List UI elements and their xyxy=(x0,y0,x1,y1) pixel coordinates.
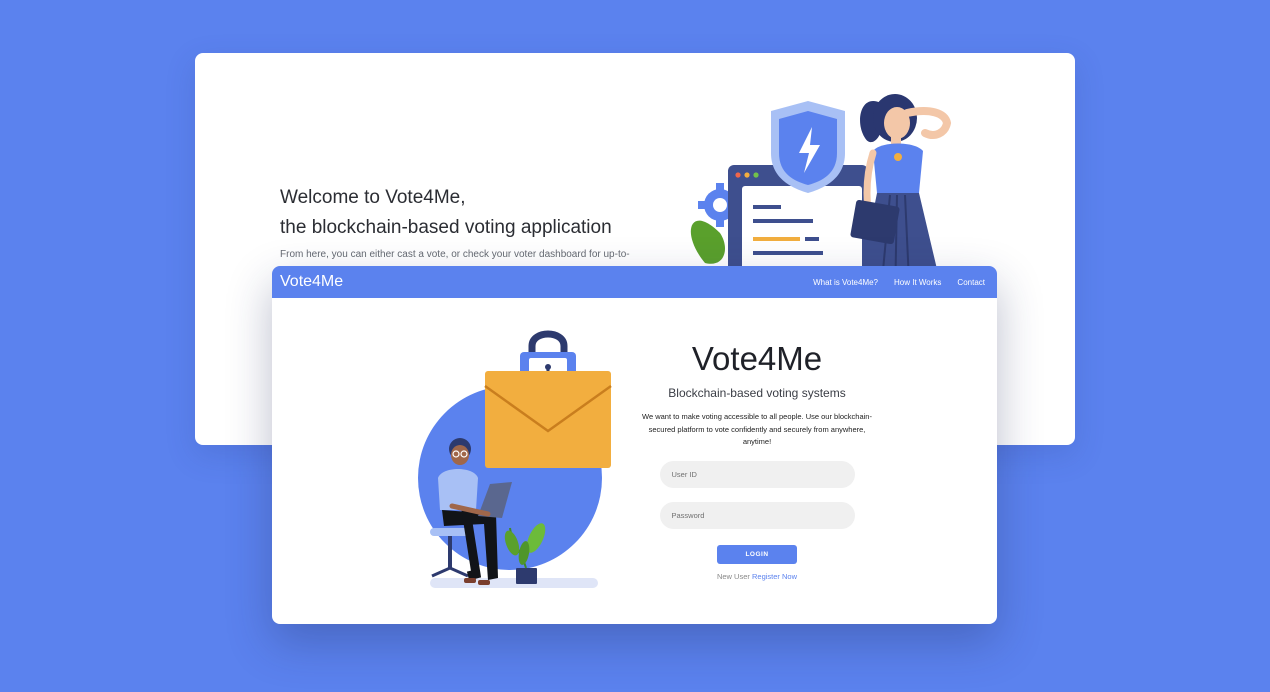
password-input[interactable] xyxy=(659,501,855,529)
welcome-title-line1: Welcome to Vote4Me, xyxy=(280,187,466,208)
app-title: Vote4Me xyxy=(691,340,823,377)
navbar: Vote4Me What is Vote4Me? How It Works Co… xyxy=(272,266,997,298)
secure-mail-illustration xyxy=(418,330,612,588)
nav-link-how-it-works[interactable]: How It Works xyxy=(894,278,941,287)
welcome-heading: Welcome to Vote4Me, the blockchain-based… xyxy=(280,183,612,243)
app-description: We want to make voting accessible to all… xyxy=(642,412,872,446)
register-link[interactable]: Register Now xyxy=(752,572,797,581)
nav-link-contact[interactable]: Contact xyxy=(957,278,985,287)
user-id-input[interactable] xyxy=(659,460,855,488)
nav-link-what-is[interactable]: What is Vote4Me? xyxy=(813,278,878,287)
shield-bolt-icon xyxy=(771,101,845,193)
login-screen-card: Vote4Me What is Vote4Me? How It Works Co… xyxy=(272,266,997,624)
login-button[interactable]: LOGIN xyxy=(717,544,797,564)
app-subtitle: Blockchain-based voting systems xyxy=(668,386,846,400)
welcome-description: From here, you can either cast a vote, o… xyxy=(280,249,630,260)
envelope-icon xyxy=(484,371,612,468)
welcome-title-line2: the blockchain-based voting application xyxy=(280,217,612,238)
register-prompt: New User Register Now xyxy=(627,572,887,581)
login-panel: Vote4Me Blockchain-based voting systems … xyxy=(627,338,887,581)
stage: Welcome to Vote4Me, the blockchain-based… xyxy=(0,0,1270,692)
new-user-label: New User xyxy=(716,571,750,581)
nav-links: What is Vote4Me? How It Works Contact xyxy=(813,278,985,287)
brand-logo[interactable]: Vote4Me xyxy=(280,273,343,291)
